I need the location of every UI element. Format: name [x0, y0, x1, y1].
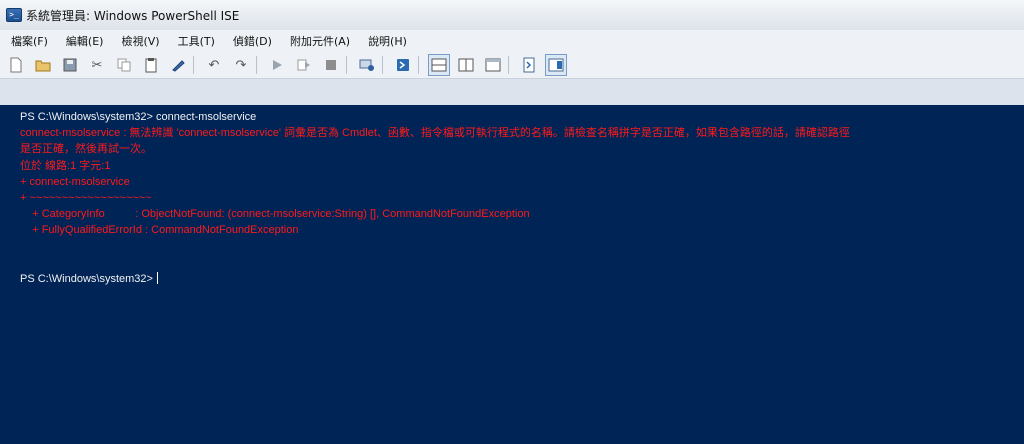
console-error-line: + ~~~~~~~~~~~~~~~~~~~	[20, 190, 1024, 206]
run-icon[interactable]	[266, 54, 288, 76]
console-line-text: + connect-msolservice	[20, 175, 130, 188]
window-title: 系統管理員: Windows PowerShell ISE	[26, 8, 240, 23]
powershell-icon: >_	[6, 8, 22, 22]
title-bar: >_ 系統管理員: Windows PowerShell ISE	[0, 0, 1024, 31]
redo-icon[interactable]: ↷	[230, 54, 252, 76]
powershell-prompt-icon[interactable]	[392, 54, 414, 76]
copy-icon[interactable]	[113, 54, 135, 76]
clear-icon[interactable]	[167, 54, 189, 76]
console-line-text: + FullyQualifiedErrorId : CommandNotFoun…	[20, 224, 299, 237]
cut-icon[interactable]: ✂	[86, 54, 108, 76]
script-pane-collapsed	[0, 79, 1024, 105]
remote-session-icon[interactable]	[356, 54, 378, 76]
toolbar-separator	[508, 56, 509, 74]
menu-tools[interactable]: 工具(T)	[171, 33, 222, 49]
menu-debug[interactable]: 偵錯(D)	[226, 33, 279, 49]
console-error-line: + connect-msolservice	[20, 174, 1024, 190]
toolbar-separator	[382, 56, 383, 74]
console-line-text: + CategoryInfo : ObjectNotFound: (connec…	[20, 208, 530, 221]
console-line-text: PS C:\Windows\system32> connect-msolserv…	[20, 111, 257, 123]
toolbar-separator	[256, 56, 257, 74]
menu-addons[interactable]: 附加元件(A)	[283, 33, 357, 49]
menu-help[interactable]: 說明(H)	[361, 33, 414, 49]
console-pane[interactable]: PS C:\Windows\system32> connect-msolserv…	[0, 105, 1024, 444]
menu-view[interactable]: 檢視(V)	[114, 33, 166, 49]
console-error-line: 位於 線路:1 字元:1	[20, 158, 1024, 174]
console-error-line: + FullyQualifiedErrorId : CommandNotFoun…	[20, 222, 1024, 238]
console-prompt-line: PS C:\Windows\system32>	[20, 271, 1024, 287]
console-error-line: + CategoryInfo : ObjectNotFound: (connec…	[20, 206, 1024, 222]
menu-edit[interactable]: 編輯(E)	[59, 33, 111, 49]
toolbar: ✂ ↶ ↷	[0, 52, 1024, 79]
save-icon[interactable]	[59, 54, 81, 76]
console-line-text: connect-msolservice : 無法辨識 'connect-msol…	[20, 127, 850, 140]
menu-file[interactable]: 檔案(F)	[4, 33, 55, 49]
layout-max-icon[interactable]	[482, 54, 504, 76]
console-error-line: connect-msolservice : 無法辨識 'connect-msol…	[20, 125, 1024, 141]
stop-icon[interactable]	[320, 54, 342, 76]
console-prompt-line: PS C:\Windows\system32> connect-msolserv…	[20, 109, 1024, 125]
console-line-text: 是否正確，然後再試一次。	[20, 143, 152, 156]
menu-bar: 檔案(F) 編輯(E) 檢視(V) 工具(T) 偵錯(D) 附加元件(A) 說明…	[0, 30, 1024, 52]
new-file-icon[interactable]	[5, 54, 27, 76]
toolbar-separator	[418, 56, 419, 74]
toolbar-separator	[193, 56, 194, 74]
paste-icon[interactable]	[140, 54, 162, 76]
show-script-icon[interactable]	[518, 54, 540, 76]
open-folder-icon[interactable]	[32, 54, 54, 76]
run-selection-icon[interactable]	[293, 54, 315, 76]
text-cursor	[157, 271, 159, 284]
console-line-text: 位於 線路:1 字元:1	[20, 159, 111, 172]
undo-icon[interactable]: ↶	[203, 54, 225, 76]
layout-right-icon[interactable]	[455, 54, 477, 76]
console-line-text: PS C:\Windows\system32>	[20, 272, 157, 285]
layout-top-icon[interactable]	[428, 54, 450, 76]
console-line-text: + ~~~~~~~~~~~~~~~~~~~	[20, 191, 152, 204]
toolbar-separator	[346, 56, 347, 74]
show-console-icon[interactable]	[545, 54, 567, 76]
console-error-line: 是否正確，然後再試一次。	[20, 141, 1024, 157]
